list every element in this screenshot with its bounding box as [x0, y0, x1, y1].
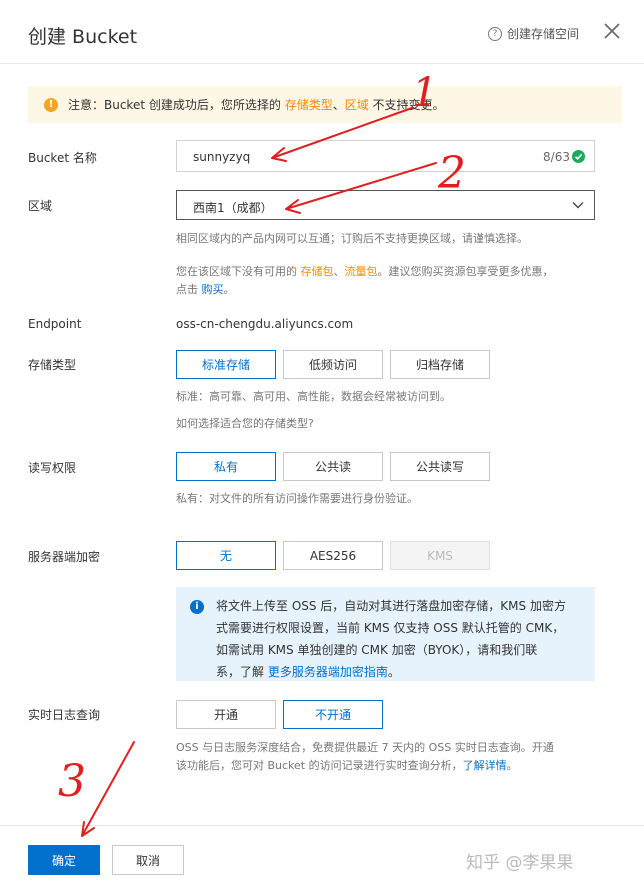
notice-prefix: 注意：Bucket 创建成功后，您所选择的	[68, 98, 285, 112]
encryption-option-kms: KMS	[390, 541, 490, 570]
notice-region-link[interactable]: 区域	[345, 98, 369, 112]
region-help: 相同区域内的产品内网可以互通；订购后不支持更换区域，请谨慎选择。	[176, 232, 528, 245]
close-icon[interactable]	[602, 21, 622, 41]
help-link[interactable]: ? 创建存储空间	[488, 25, 579, 42]
storage-class-guide-link[interactable]: 如何选择适合您的存储类型?	[176, 415, 314, 433]
encryption-info-box: i 将文件上传至 OSS 后，自动对其进行落盘加密存储，KMS 加密方 式需要进…	[176, 587, 595, 681]
endpoint-value: oss-cn-chengdu.aliyuncs.com	[176, 317, 354, 331]
notice-storage-type-link[interactable]: 存储类型	[285, 98, 333, 112]
info-line-1: 将文件上传至 OSS 后，自动对其进行落盘加密存储，KMS 加密方	[216, 599, 566, 613]
log-option-disable[interactable]: 不开通	[283, 700, 383, 729]
encryption-option-none[interactable]: 无	[176, 541, 276, 570]
bucket-name-value: sunnyzyq	[193, 150, 251, 164]
package-hint-sep: 、	[333, 265, 345, 278]
storage-option-standard[interactable]: 标准存储	[176, 350, 276, 379]
log-option-enable[interactable]: 开通	[176, 700, 276, 729]
acl-option-public-read[interactable]: 公共读	[283, 452, 383, 481]
info-line-4: 系，了解 更多服务器端加密指南。	[216, 661, 583, 683]
realtime-log-desc: OSS 与日志服务深度结合，免费提供最近 7 天内的 OSS 实时日志查询。开通…	[176, 739, 554, 775]
char-count: 8/63	[543, 150, 570, 164]
encryption-guide-link[interactable]: 更多服务器端加密指南	[268, 665, 388, 679]
region-value: 西南1（成都）	[193, 201, 273, 215]
annotation-number-3: 3	[58, 756, 86, 807]
storage-option-ia[interactable]: 低频访问	[283, 350, 383, 379]
region-label: 区域	[28, 199, 53, 213]
log-details-link[interactable]: 了解详情	[463, 759, 507, 772]
storage-class-label: 存储类型	[28, 358, 77, 372]
bucket-name-input[interactable]: sunnyzyq 8/63	[176, 140, 595, 172]
buy-link[interactable]: 购买	[202, 283, 224, 296]
log-desc-suffix: 。	[506, 759, 518, 772]
encryption-option-aes256[interactable]: AES256	[283, 541, 383, 570]
endpoint-label: Endpoint	[28, 317, 82, 331]
notice-sep: 、	[332, 98, 345, 112]
log-desc-line-1: OSS 与日志服务深度结合，免费提供最近 7 天内的 OSS 实时日志查询。开通	[176, 741, 554, 754]
storage-class-desc: 标准：高可靠、高可用、高性能，数据会经常被访问到。	[176, 390, 451, 403]
notice-banner: ! 注意：Bucket 创建成功后，您所选择的 存储类型、区域 不支持变更。	[28, 86, 622, 123]
info-icon: i	[190, 600, 204, 614]
info-line-4-prefix: 系，了解	[216, 665, 268, 679]
buy-hint-prefix: 点击	[176, 283, 202, 296]
confirm-button[interactable]: 确定	[28, 845, 100, 875]
acl-option-private[interactable]: 私有	[176, 452, 276, 481]
info-line-4-suffix: 。	[387, 665, 400, 679]
notice-text: 注意：Bucket 创建成功后，您所选择的 存储类型、区域 不支持变更。	[68, 96, 445, 113]
encryption-label: 服务器端加密	[28, 550, 101, 564]
info-line-2: 式需要进行权限设置，当前 KMS 仅支持 OSS 默认托管的 CMK，	[216, 621, 565, 635]
package-hint-suffix: 。建议您购买资源包享受更多优惠，	[377, 265, 554, 278]
dialog-header: 创建 Bucket ? 创建存储空间	[0, 0, 644, 64]
log-desc-prefix: 该功能后，您可对 Bucket 的访问记录进行实时查询分析，	[176, 759, 463, 772]
cancel-button[interactable]: 取消	[112, 845, 184, 875]
notice-suffix: 不支持变更。	[368, 98, 445, 112]
help-icon: ?	[488, 26, 502, 41]
realtime-log-label: 实时日志查询	[28, 708, 101, 722]
warning-icon: !	[44, 97, 58, 112]
watermark: 知乎 @李果果	[466, 853, 574, 873]
package-hint-prefix: 您在该区域下没有可用的	[176, 265, 301, 278]
region-select[interactable]: 西南1（成都）	[176, 190, 595, 220]
storage-option-archive[interactable]: 归档存储	[390, 350, 490, 379]
acl-option-public-read-write[interactable]: 公共读写	[390, 452, 490, 481]
acl-label: 读写权限	[28, 461, 77, 475]
bucket-name-label: Bucket 名称	[28, 151, 97, 165]
dialog-footer: 确定 取消 知乎 @李果果	[0, 825, 644, 885]
annotation-arrow-3	[81, 741, 135, 837]
storage-package-link[interactable]: 存储包	[301, 265, 334, 278]
valid-check-icon	[572, 150, 585, 163]
help-link-label: 创建存储空间	[507, 27, 580, 41]
info-line-3: 如需试用 KMS 单独创建的 CMK 加密（BYOK），请和我们联	[216, 643, 538, 657]
buy-hint-suffix: 。	[223, 283, 235, 296]
dialog-title: 创建 Bucket	[28, 26, 138, 48]
region-package-hint: 您在该区域下没有可用的 存储包、流量包。建议您购买资源包享受更多优惠， 点击 购…	[176, 263, 554, 299]
traffic-package-link[interactable]: 流量包	[345, 265, 378, 278]
chevron-down-icon	[572, 202, 584, 209]
acl-desc: 私有：对文件的所有访问操作需要进行身份验证。	[176, 492, 418, 505]
